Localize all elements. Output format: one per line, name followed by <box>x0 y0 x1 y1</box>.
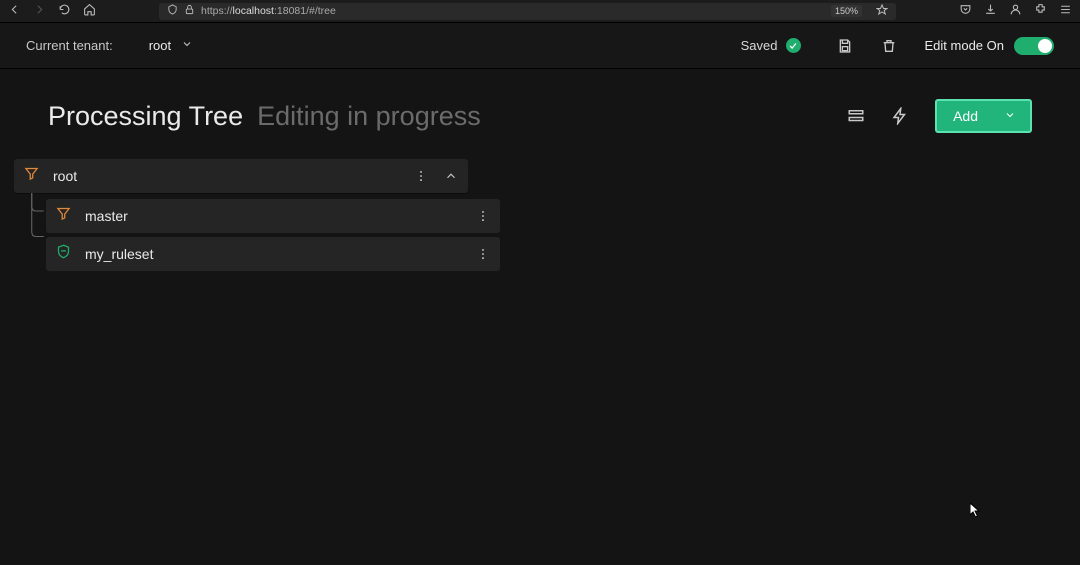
node-label: master <box>85 208 462 224</box>
list-view-button[interactable] <box>847 107 865 125</box>
bolt-button[interactable] <box>891 107 909 125</box>
toggle-knob <box>1038 39 1052 53</box>
node-label: my_ruleset <box>85 246 462 262</box>
tree-node-master[interactable]: master <box>46 199 500 233</box>
collapse-icon[interactable] <box>444 169 458 183</box>
edit-mode-label: Edit mode On <box>925 38 1005 53</box>
node-actions <box>414 169 458 183</box>
tree-node-my-ruleset[interactable]: my_ruleset <box>46 237 500 271</box>
page-subtitle: Editing in progress <box>257 101 481 132</box>
tenant-label: Current tenant: <box>26 38 113 53</box>
tree-node-root[interactable]: root <box>14 159 468 193</box>
url-rest: :18081/#/tree <box>274 5 336 17</box>
tenant-selector[interactable]: root <box>149 38 193 53</box>
forward-icon[interactable] <box>33 3 46 19</box>
url-bar[interactable]: https://localhost:18081/#/tree 150% <box>159 3 896 20</box>
pocket-icon[interactable] <box>959 3 972 19</box>
node-label: root <box>53 168 400 184</box>
bookmark-star-icon[interactable] <box>876 4 888 19</box>
back-icon[interactable] <box>8 3 21 19</box>
hamburger-menu-icon[interactable] <box>1059 3 1072 19</box>
more-icon[interactable] <box>414 169 428 183</box>
browser-nav-buttons <box>8 3 96 19</box>
browser-toolbar: https://localhost:18081/#/tree 150% <box>0 0 1080 23</box>
edit-mode-toggle[interactable] <box>1014 37 1054 55</box>
lock-icon <box>184 4 195 18</box>
page-title-row: Processing Tree Editing in progress Add <box>0 69 1080 149</box>
delete-button[interactable] <box>881 38 897 54</box>
more-icon[interactable] <box>476 247 490 261</box>
add-button-label: Add <box>953 108 978 124</box>
download-icon[interactable] <box>984 3 997 19</box>
tenant-value: root <box>149 38 171 53</box>
shield-icon <box>56 244 71 264</box>
edit-mode-control: Edit mode On <box>925 37 1055 55</box>
add-button[interactable]: Add <box>935 99 1032 133</box>
save-status: Saved <box>741 38 801 53</box>
cursor-icon <box>970 503 982 519</box>
tree-children: master my_ruleset <box>28 199 1066 271</box>
browser-right-icons <box>959 3 1072 19</box>
chevron-down-icon <box>1004 108 1016 124</box>
more-icon[interactable] <box>476 209 490 223</box>
url-prefix: https:// <box>201 5 233 17</box>
home-icon[interactable] <box>83 3 96 19</box>
saved-label: Saved <box>741 38 778 53</box>
shield-site-icon <box>167 4 178 18</box>
app-header: Current tenant: root Saved Edit mode On <box>0 23 1080 69</box>
reload-icon[interactable] <box>58 3 71 19</box>
page-title: Processing Tree <box>48 101 243 132</box>
extensions-icon[interactable] <box>1034 3 1047 19</box>
chevron-down-icon <box>181 38 193 53</box>
funnel-icon <box>24 166 39 186</box>
processing-tree: root master my_ruleset <box>0 149 1080 271</box>
funnel-icon <box>56 206 71 226</box>
url-host: localhost <box>233 5 274 17</box>
tree-connector <box>28 193 46 253</box>
zoom-badge[interactable]: 150% <box>831 5 862 17</box>
url-text: https://localhost:18081/#/tree <box>201 5 336 17</box>
save-edits-button[interactable] <box>837 38 853 54</box>
account-icon[interactable] <box>1009 3 1022 19</box>
check-circle-icon <box>786 38 801 53</box>
